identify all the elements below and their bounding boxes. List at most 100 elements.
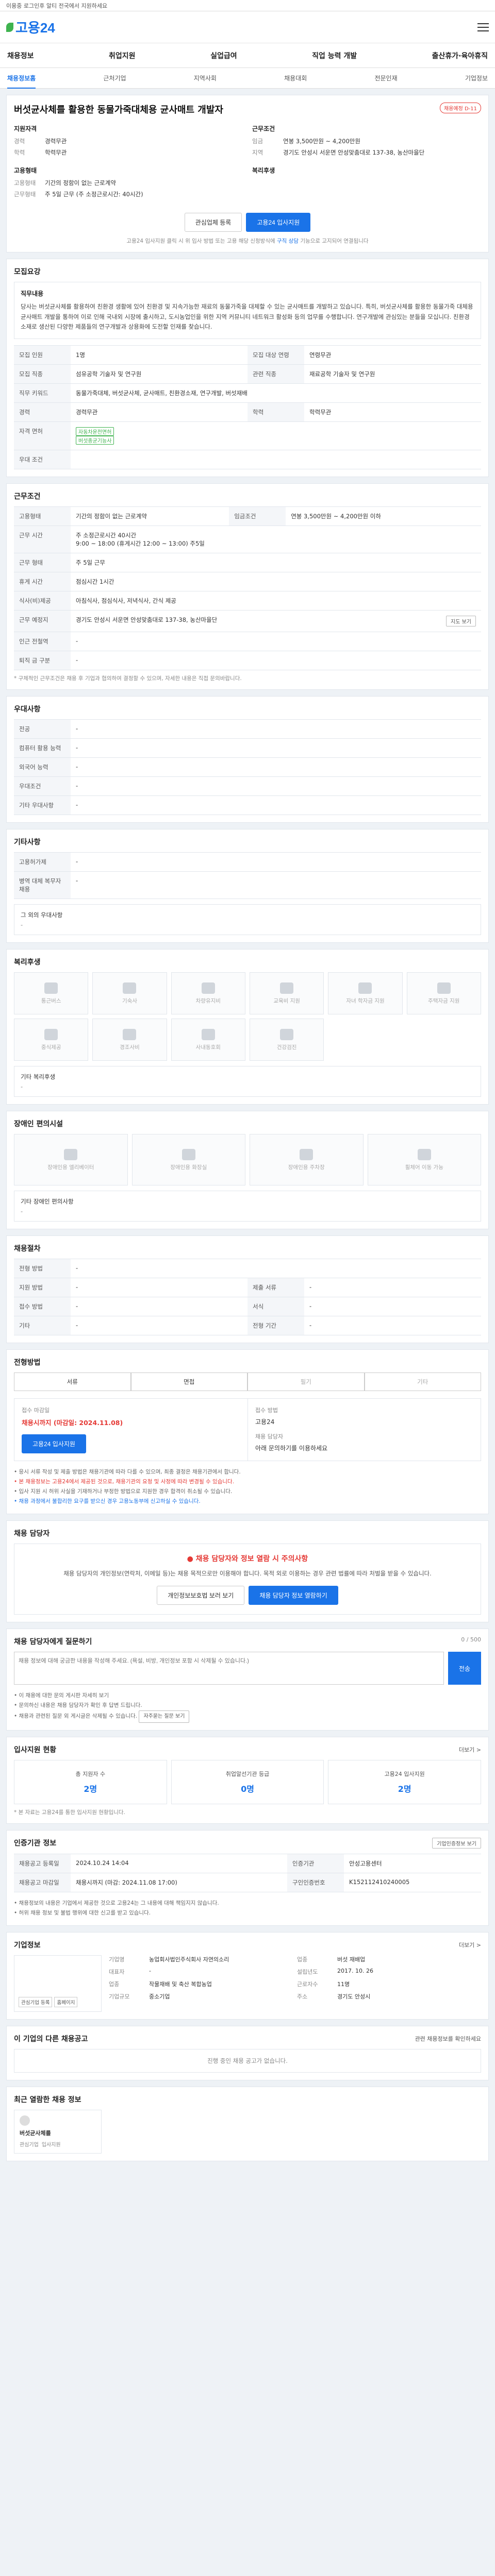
deadline-badge: 채용예정 D-11 [439, 103, 481, 113]
facility-item: 장애인용 화장실 [131, 1134, 245, 1186]
apply-bullets: • 응시 서류 작성 및 제출 방법은 채용기관에 따라 다를 수 있으며, 최… [14, 1469, 241, 1504]
welfare-item: 통근버스 [14, 972, 89, 1015]
privacy-law-button[interactable]: 개인정보보호법 보러 보기 [157, 1586, 245, 1605]
recent-section: 최근 열람한 채용 정보 버섯균사체를 관심기업 입사지원 [6, 2086, 489, 2161]
process-step: 면접 [130, 1372, 248, 1392]
recent-job-card[interactable]: 버섯균사체를 관심기업 입사지원 [14, 2109, 102, 2154]
other-section: 기타사항 고용허가제 - 병역 대체 복무자 채용 - 그 외의 우대사항 - [6, 829, 489, 943]
stat-card: 총 지원자 수 2명 [14, 1759, 167, 1804]
subnav-item-4[interactable]: 전문인재 [374, 74, 397, 82]
welfare-item: 경조사비 [92, 1019, 167, 1061]
empty-jobs-message: 진행 중인 채용 공고가 없습니다. [14, 2048, 481, 2073]
facility-item: 장애인용 엘리베이터 [14, 1134, 128, 1186]
preferred-section: 우대사항 전공 - 컴퓨터 활용 능력 - 외국어 능력 - 우대조건 - 기타 우대사… [6, 696, 489, 823]
apply-note: 고용24 입사지원 클릭 시 위 입사 방법 또는 고용 해당 신청방식에 구직… [126, 238, 369, 244]
parking-icon [300, 1148, 314, 1160]
process-step: 기타 [364, 1372, 481, 1392]
welfare-item: 차량유지비 [171, 972, 245, 1015]
process-step: 서류 [14, 1372, 131, 1392]
welfare-icon [280, 982, 294, 994]
gnb-item-4[interactable]: 출산휴가·육아휴직 [432, 50, 488, 61]
map-button[interactable]: 지도 보기 [446, 616, 476, 627]
site-logo[interactable]: 고용24 [6, 18, 55, 37]
company-info-grid: 기업명 농업회사법인주식회사 자연의소리 업종 버섯 재배업 대표자 - 설립년도 2017… [109, 1956, 373, 2000]
apply-button-2[interactable]: 고용24 입사지원 [22, 1434, 86, 1454]
sub-nav: 채용정보홈 근처기업 지역사회 채용대회 전문인재 기업정보 [0, 68, 495, 89]
registry-table: 채용공고 등록일 2024.10.24 14:04 인증기관 안성고용센터 채용공고 … [14, 1853, 481, 1892]
facility-item: 장애인용 주차장 [250, 1134, 364, 1186]
welfare-item: 중식제공 [14, 1019, 89, 1061]
gnb-item-1[interactable]: 취업지원 [109, 50, 136, 61]
recruit-section: 모집요강 직무내용 당사는 버섯균사체를 활용하여 친환경 생활에 있어 친환경… [6, 259, 489, 478]
company-homepage-button[interactable]: 홈페이지 [54, 1996, 78, 2007]
send-button[interactable]: 전송 [448, 1652, 481, 1685]
welfare-icon [123, 982, 137, 994]
global-nav: 채용정보 취업지원 실업급여 직업 능력 개발 출산휴가·육아휴직 [0, 43, 495, 68]
contact-section: 채용 담당자 ● 채용 담당자와 정보 열람 시 주의사항 채용 담당자의 개인… [6, 1520, 489, 1623]
welfare-icon [44, 1028, 58, 1040]
company-interest-button[interactable]: 관심기업 등록 [19, 1996, 53, 2007]
welfare-item: 자녀 학자금 지원 [328, 972, 403, 1015]
gnb-item-0[interactable]: 채용정보 [7, 50, 34, 61]
conditions-table: 고용형태 기간의 정함이 없는 근로계약 임금조건 연봉 3,500만원 ~ 4,20… [14, 506, 481, 671]
recent-apply-link[interactable]: 입사지원 [42, 2140, 61, 2148]
welfare-item: 주택자금 지원 [406, 972, 481, 1015]
restroom-icon [182, 1148, 195, 1160]
welfare-icon [44, 982, 58, 994]
company-icon [20, 2115, 30, 2126]
wheelchair-icon [417, 1148, 431, 1160]
hamburger-menu-icon[interactable] [477, 23, 489, 31]
license-tag: 자동차운전면허 [76, 427, 114, 436]
gnb-item-2[interactable]: 실업급여 [210, 50, 237, 61]
stats-section: 입사지원 현황 더보기 > 총 지원자 수 2명 취업알선기관 등급 0명 고용24… [6, 1736, 489, 1824]
registry-button[interactable]: 기업인증정보 보기 [432, 1837, 481, 1849]
subnav-item-5[interactable]: 기업정보 [465, 74, 488, 82]
selection-table: 전형 방법 - 지원 방법 - 제출 서류 - 접수 방법 - 서식 - 기타 - 전형 기간 - [14, 1259, 481, 1336]
conditions-section: 근무조건 고용형태 기간의 정함이 없는 근로계약 임금조건 연봉 3,500만원 ~… [6, 483, 489, 690]
stat-card: 취업알선기관 등급 0명 [171, 1759, 324, 1804]
registry-section: 인증기관 정보 기업인증정보 보기 채용공고 등록일 2024.10.24 14:… [6, 1829, 489, 1926]
view-contact-button[interactable]: 채용 담당자 정보 열람하기 [249, 1586, 338, 1605]
qualification-block: 지원자격 경력 경력무관 학력 학력무관 고용형태 고용형태 기간의 정함이 없는 근… [14, 125, 143, 198]
other-table: 고용허가제 - 병역 대체 복무자 채용 - [14, 852, 481, 900]
welfare-icon [280, 1028, 294, 1040]
welfare-section: 복리후생 통근버스 기숙사 차량유지비 교육비 지원 자녀 학자금 지원 주택자… [6, 949, 489, 1105]
top-notice-text: 이용중 로그인후 알티 전국에서 지원하세요 [6, 2, 108, 9]
subnav-item-2[interactable]: 지역사회 [194, 74, 217, 82]
process-section: 전형방법 서류 면접 필기 기타 접수 마감일 채용시까지 (마감일: 2024… [6, 1349, 489, 1514]
facility-item: 휠체어 이동 가능 [367, 1134, 481, 1186]
inquiry-section: 채용 담당자에게 질문하기 0 / 500 전송 • 이 채용에 대한 문의 게… [6, 1629, 489, 1731]
top-notice-bar: 이용중 로그인후 알티 전국에서 지원하세요 [0, 0, 495, 11]
stats-more-link[interactable]: 더보기 > [459, 1745, 481, 1754]
stat-card: 고용24 입사지원 2명 [328, 1759, 481, 1804]
process-step: 필기 [248, 1372, 365, 1392]
welfare-icon [201, 1028, 215, 1040]
subnav-item-3[interactable]: 채용대회 [284, 74, 307, 82]
gnb-item-3[interactable]: 직업 능력 개발 [312, 50, 357, 61]
other-jobs-section: 이 기업의 다른 채용공고 관련 채용정보를 확인하세요 진행 중인 채용 공고… [6, 2025, 489, 2080]
recent-interest-link[interactable]: 관심기업 [20, 2140, 39, 2148]
job-title: 버섯균사체를 활용한 동물가죽대체용 균사매트 개발자 [14, 105, 223, 115]
interest-button[interactable]: 관심업체 등록 [184, 213, 242, 232]
conditions-block: 근무조건 임금 연봉 3,500만원 ~ 4,200만원 지역 경기도 안성시 서운… [252, 125, 425, 174]
subnav-item-0[interactable]: 채용정보홈 [7, 74, 36, 89]
inquiry-textarea[interactable] [14, 1652, 444, 1685]
welfare-icon [437, 982, 451, 994]
company-more-link[interactable]: 더보기 > [459, 1941, 481, 1949]
recruit-table: 모집 인원 1명 모집 대상 연령 연령무관 모집 직종 섬유공학 기술자 및 연구원 관… [14, 345, 481, 470]
welfare-icon [201, 982, 215, 994]
job-description: 직무내용 당사는 버섯균사체를 활용하여 친환경 생활에 있어 친환경 및 지속… [14, 282, 481, 340]
elevator-icon [64, 1148, 78, 1160]
preferred-table: 전공 - 컴퓨터 활용 능력 - 외국어 능력 - 우대조건 - 기타 우대사항 - [14, 719, 481, 816]
company-section: 기업정보 더보기 > 관심기업 등록 홈페이지 기업명 농업회사법인주식회사 자연… [6, 1931, 489, 2020]
subnav-item-1[interactable]: 근처기업 [103, 74, 126, 82]
welfare-item: 건강검진 [249, 1019, 324, 1061]
company-logo-box: 관심기업 등록 홈페이지 [14, 1955, 102, 2012]
welfare-icon [123, 1028, 137, 1040]
welfare-item: 사내동호회 [171, 1019, 245, 1061]
apply-button[interactable]: 고용24 입사지원 [246, 213, 311, 232]
selection-section: 채용절차 전형 방법 - 지원 방법 - 제출 서류 - 접수 방법 - 서식 - 기타 - 전형… [6, 1235, 489, 1344]
disability-section: 장애인 편의시설 장애인용 엘리베이터 장애인용 화장실 장애인용 주차장 휠체… [6, 1111, 489, 1230]
welfare-item: 교육비 지원 [249, 972, 324, 1015]
faq-button[interactable]: 자주묻는 질문 보기 [139, 1710, 190, 1723]
